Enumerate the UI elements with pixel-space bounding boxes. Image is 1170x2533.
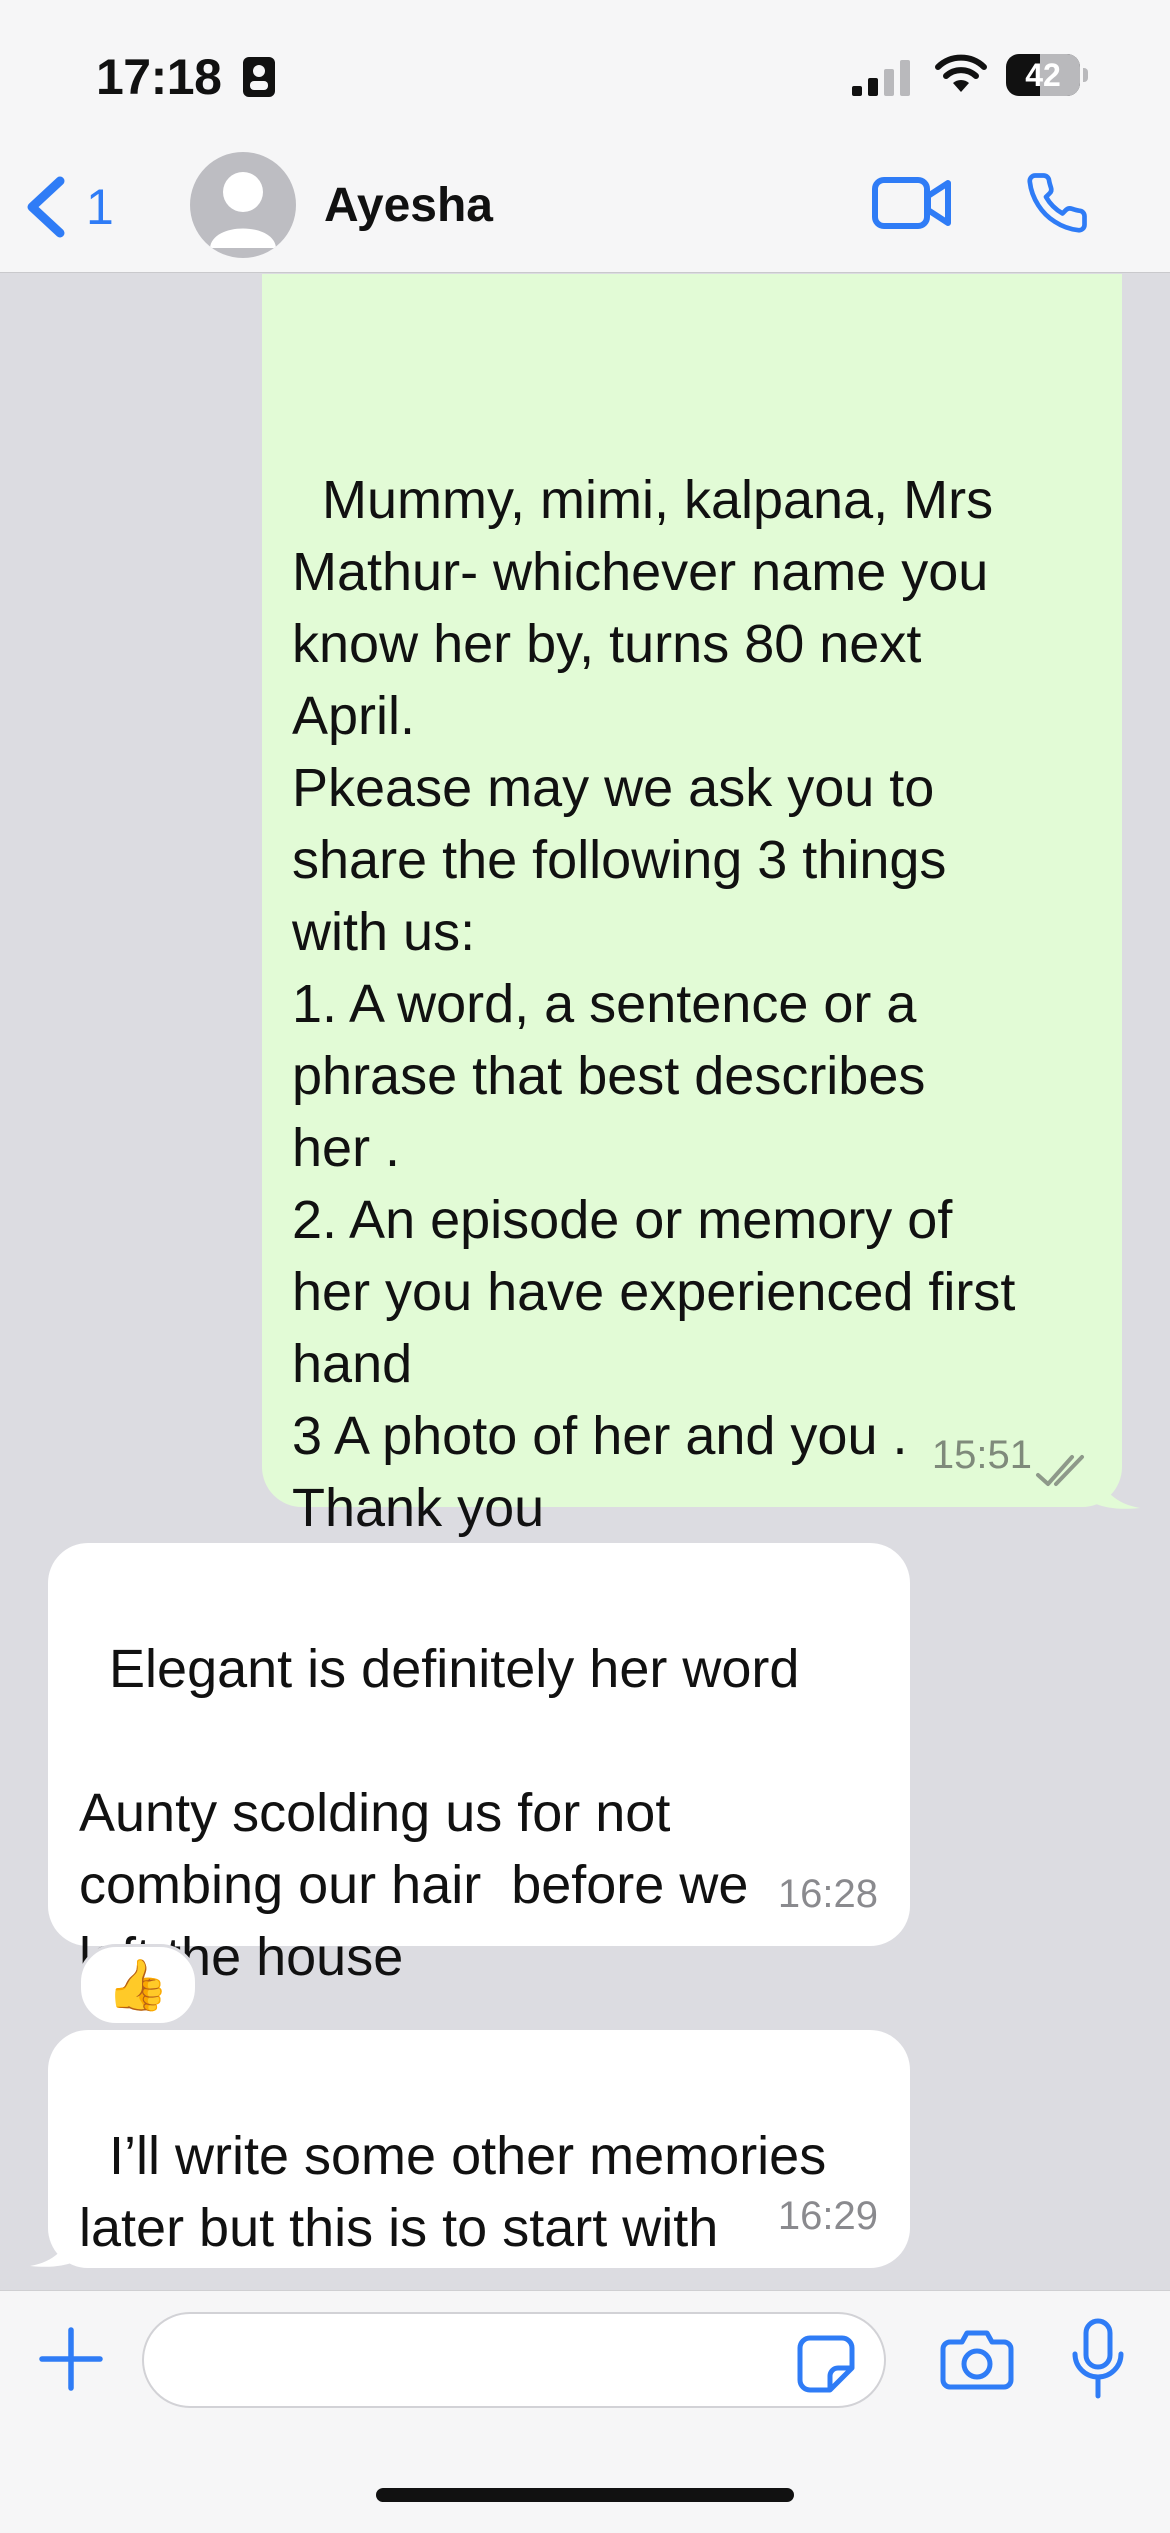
back-button[interactable]: 1 — [22, 170, 114, 244]
top-bar: 17:18 42 1 Ayesha — [0, 0, 1170, 273]
message-time: 16:29 — [777, 2194, 878, 2238]
wifi-icon — [935, 54, 987, 92]
video-icon[interactable] — [872, 174, 952, 232]
message-time: 16:28 — [777, 1872, 878, 1916]
battery-nub — [1083, 68, 1088, 82]
battery-icon: 42 — [1006, 54, 1080, 96]
thumbs-up-icon: 👍 — [106, 1956, 170, 2013]
phone-icon[interactable] — [1024, 170, 1090, 236]
unread-count: 1 — [86, 179, 114, 235]
avatar-icon — [210, 172, 276, 248]
message-text: Elegant is definitely her word Aunty sco… — [79, 1639, 800, 1987]
home-indicator[interactable] — [376, 2488, 794, 2502]
sticker-icon[interactable] — [796, 2334, 856, 2394]
reaction-badge[interactable]: 👍 — [78, 1944, 198, 2026]
message-input[interactable] — [142, 2312, 886, 2408]
chevron-left-icon — [27, 176, 65, 238]
battery-level: 42 — [1025, 57, 1061, 93]
message-bubble-outgoing[interactable]: Mummy, mimi, kalpana, Mrs Mathur- whiche… — [262, 274, 1122, 1538]
message-bubble-incoming[interactable]: Elegant is definitely her word Aunty sco… — [48, 1543, 910, 1987]
avatar[interactable] — [190, 152, 296, 258]
camera-icon[interactable] — [940, 2328, 1014, 2390]
message-text: Mummy, mimi, kalpana, Mrs Mathur- whiche… — [292, 470, 1016, 1538]
status-time: 17:18 — [96, 49, 222, 105]
message-text: I’ll write some other memories later but… — [79, 2126, 827, 2258]
contact-name[interactable]: Ayesha — [324, 178, 493, 233]
microphone-icon[interactable] — [1070, 2318, 1126, 2400]
bubble-tail — [30, 2226, 74, 2267]
message-time: 15:51 — [931, 1433, 1032, 1477]
double-check-icon — [1036, 1455, 1084, 1486]
plus-icon[interactable] — [38, 2326, 104, 2392]
message-bubble-incoming[interactable]: I’ll write some other memories later but… — [48, 2030, 910, 2268]
signal-icon — [852, 60, 910, 96]
id-badge-icon — [243, 57, 275, 97]
bubble-tail — [1096, 1470, 1140, 1509]
